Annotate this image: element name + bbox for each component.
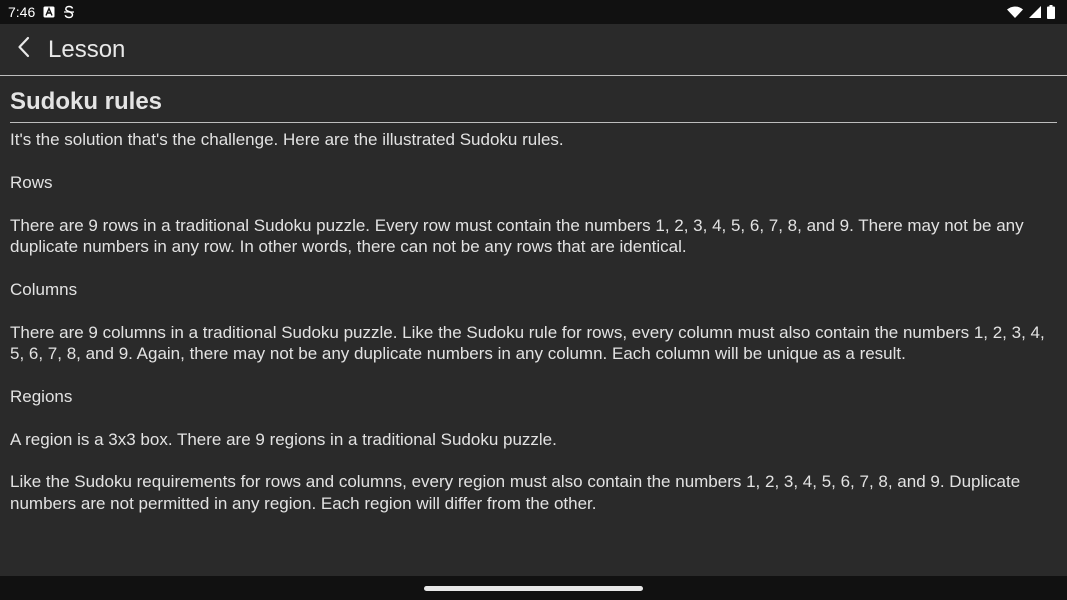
status-time: 7:46	[8, 4, 36, 20]
status-bar: 7:46	[0, 0, 1067, 24]
lesson-content: Sudoku rules It's the solution that's th…	[10, 77, 1057, 514]
section-heading-columns: Columns	[10, 279, 78, 299]
wifi-icon	[1007, 6, 1023, 18]
section-heading-rows: Rows	[10, 172, 53, 192]
home-gesture-handle[interactable]	[424, 586, 643, 591]
regions-requirements-paragraph: Like the Sudoku requirements for rows an…	[10, 472, 1021, 513]
status-right	[1007, 5, 1055, 19]
app-title: Lesson	[48, 35, 126, 63]
navigation-bar	[0, 576, 1067, 600]
rows-paragraph: There are 9 rows in a traditional Sudoku…	[10, 215, 1024, 256]
regions-paragraph: A region is a 3x3 box. There are 9 regio…	[10, 429, 557, 449]
intro-paragraph: It's the solution that's the challenge. …	[10, 130, 564, 149]
section-heading-regions: Regions	[10, 386, 73, 406]
status-left: 7:46	[8, 4, 75, 20]
page-title: Sudoku rules	[10, 87, 1057, 123]
back-button[interactable]	[0, 26, 48, 74]
s-icon	[63, 5, 75, 19]
signal-icon	[1029, 6, 1041, 18]
columns-paragraph: There are 9 columns in a traditional Sud…	[10, 322, 1045, 363]
notification-a-icon	[43, 6, 55, 18]
battery-icon	[1047, 5, 1055, 19]
chevron-left-icon	[17, 36, 31, 63]
app-bar: Lesson	[0, 24, 1067, 76]
